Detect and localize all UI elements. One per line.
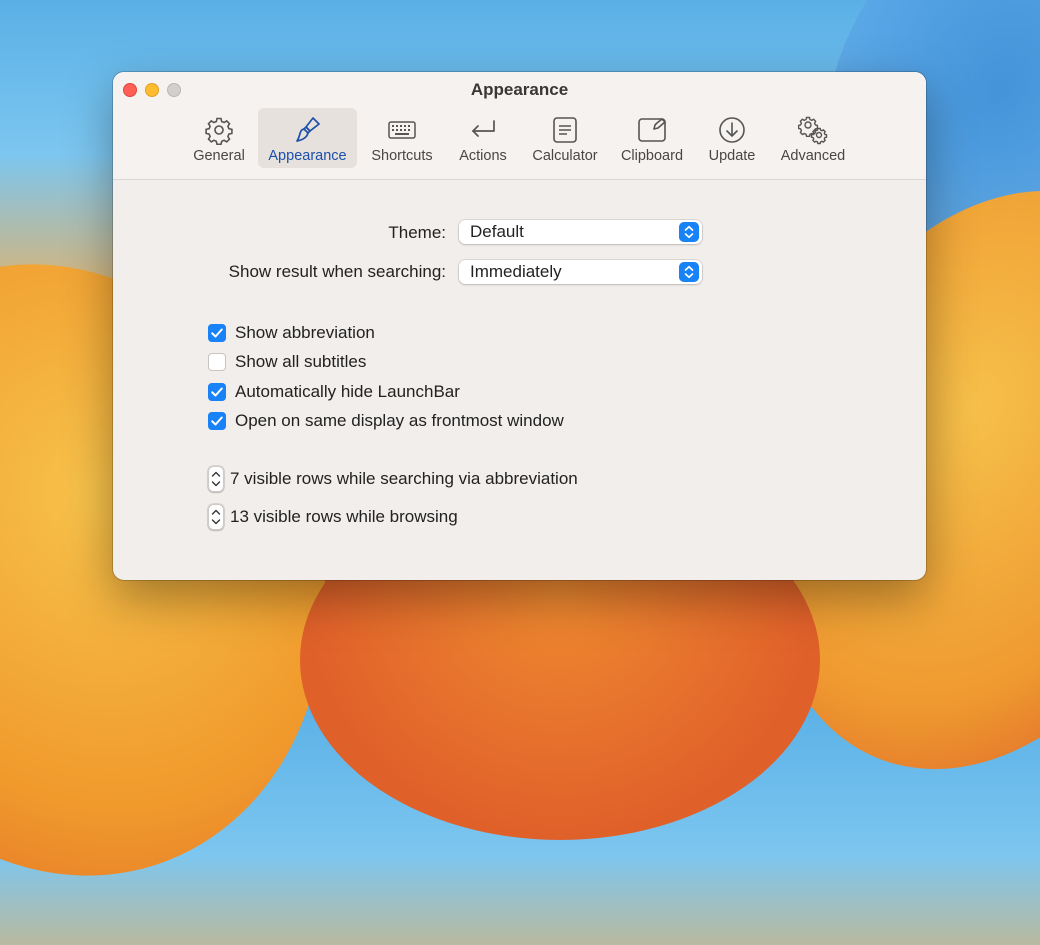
checkbox-label: Automatically hide LaunchBar [235,382,460,401]
tab-label: Appearance [268,148,347,164]
show-result-value: Immediately [470,262,562,281]
gears-icon [798,116,828,145]
tab-shortcuts[interactable]: Shortcuts [364,108,440,168]
stepper-label: 7 visible rows while searching via abbre… [230,469,578,488]
theme-label: Theme: [388,223,446,242]
tab-actions[interactable]: Actions [450,108,516,168]
preferences-toolbar: General Appearance Shortcuts Actions Cal… [113,108,926,170]
tab-advanced[interactable]: Advanced [773,108,853,168]
tab-label: Calculator [532,148,598,164]
tab-label: Shortcuts [371,148,433,164]
stepper-row-browsing: 13 visible rows while browsing [208,504,458,530]
title-bar: Appearance General Appearance Shortcuts … [113,72,926,180]
download-circle-icon [719,117,745,143]
stepper-control[interactable] [208,466,224,492]
checkbox-unchecked-icon[interactable] [208,353,226,371]
checkbox-label: Show all subtitles [235,352,367,371]
checkbox-auto-hide-launchbar[interactable]: Automatically hide LaunchBar [208,381,460,403]
stepper-control[interactable] [208,504,224,530]
clipboard-icon [638,118,666,142]
tab-label: Clipboard [620,148,684,164]
keyboard-icon [388,121,416,139]
window-title: Appearance [470,80,569,99]
tab-label: Update [708,148,756,164]
calculator-icon [553,117,577,143]
tab-appearance[interactable]: Appearance [258,108,357,168]
checkbox-label: Show abbreviation [235,323,375,342]
checkbox-show-all-subtitles[interactable]: Show all subtitles [208,351,366,373]
tab-label: Actions [459,148,507,164]
stepper-row-abbreviation: 7 visible rows while searching via abbre… [208,466,578,492]
tab-label: General [193,148,245,164]
tab-general[interactable]: General [187,108,251,168]
chevron-updown-icon [679,262,699,282]
return-arrow-icon [472,120,495,137]
checkbox-checked-icon[interactable] [208,324,226,342]
show-result-label: Show result when searching: [228,262,446,281]
theme-value: Default [470,222,524,241]
gear-icon [205,117,233,145]
appearance-settings: Theme: Default Show result when searchin… [113,180,926,580]
checkbox-checked-icon[interactable] [208,412,226,430]
tab-update[interactable]: Update [701,108,763,168]
checkbox-show-abbreviation[interactable]: Show abbreviation [208,322,375,344]
checkbox-checked-icon[interactable] [208,383,226,401]
tab-label: Advanced [780,148,846,164]
tab-clipboard[interactable]: Clipboard [613,108,691,168]
preferences-window: Appearance General Appearance Shortcuts … [113,72,926,580]
show-result-popup[interactable]: Immediately [459,260,702,284]
theme-popup[interactable]: Default [459,220,702,244]
checkbox-open-same-display[interactable]: Open on same display as frontmost window [208,410,564,432]
tab-calculator[interactable]: Calculator [525,108,605,168]
paintbrush-icon [295,117,320,142]
stepper-label: 13 visible rows while browsing [230,507,458,526]
chevron-updown-icon [679,222,699,242]
checkbox-label: Open on same display as frontmost window [235,411,564,430]
